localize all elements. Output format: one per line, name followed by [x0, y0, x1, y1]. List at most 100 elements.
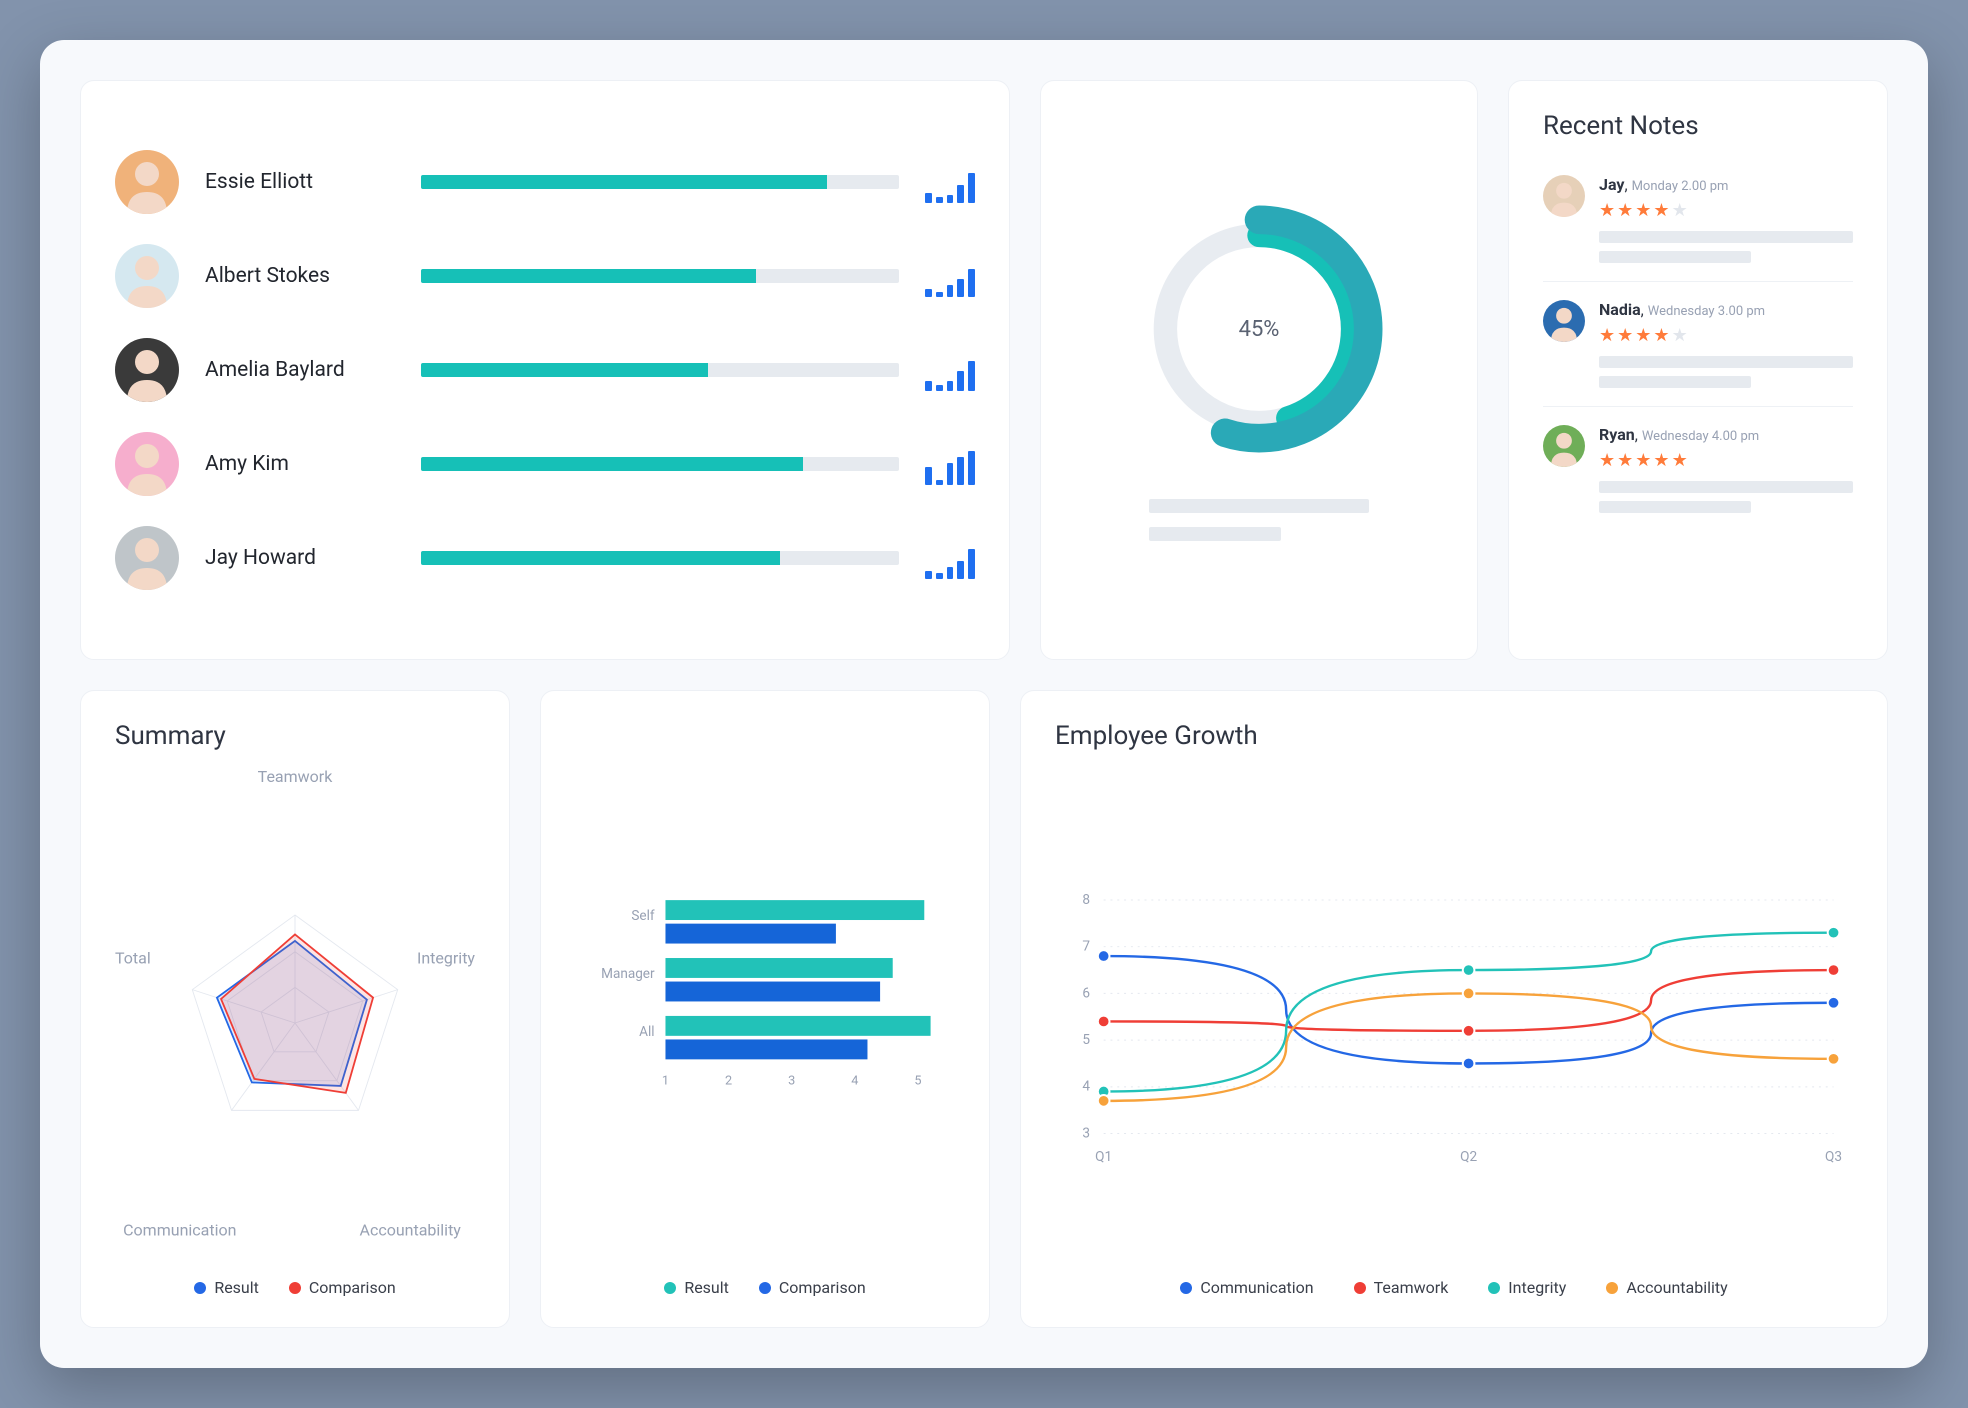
star-rating: ★★★★★ [1599, 450, 1853, 471]
line-chart: 345678Q1Q2Q3 [1055, 783, 1853, 1270]
star-icon: ★ [1599, 450, 1615, 471]
star-icon: ★ [1617, 325, 1633, 346]
radar-axis-label: Integrity [417, 949, 475, 968]
star-icon: ★ [1599, 200, 1615, 221]
growth-legend: Communication Teamwork Integrity Account… [1055, 1278, 1853, 1297]
horizontal-bar-chart: Self Manager All 1 2 3 4 5 [575, 751, 955, 1270]
progress-bar [421, 175, 899, 189]
svg-text:1: 1 [662, 1074, 669, 1089]
svg-text:6: 6 [1082, 985, 1090, 1001]
star-icon: ★ [1635, 325, 1651, 346]
bar-chart-icon[interactable] [925, 443, 975, 485]
bar-chart-icon[interactable] [925, 537, 975, 579]
legend-label: Accountability [1626, 1278, 1727, 1297]
progress-bar [421, 269, 899, 283]
note-item[interactable]: Jay, Monday 2.00 pm ★★★★★ [1543, 157, 1853, 282]
svg-text:5: 5 [914, 1074, 921, 1089]
bar-chart-icon[interactable] [925, 349, 975, 391]
summary-legend: Result Comparison [115, 1278, 475, 1297]
legend-label: Teamwork [1374, 1278, 1449, 1297]
person-row[interactable]: Essie Elliott [115, 150, 975, 214]
dot-icon [1488, 1282, 1500, 1294]
svg-text:Q1: Q1 [1095, 1149, 1112, 1165]
svg-text:5: 5 [1082, 1032, 1090, 1048]
legend-label: Result [684, 1278, 729, 1297]
bar-chart-icon[interactable] [925, 255, 975, 297]
dot-icon [289, 1282, 301, 1294]
top-row: Essie Elliott Albert Stokes Amelia Bayla… [80, 80, 1888, 660]
note-placeholder [1599, 356, 1853, 388]
avatar [115, 432, 179, 496]
progress-bar [421, 551, 899, 565]
person-row[interactable]: Amelia Baylard [115, 338, 975, 402]
recent-notes-title: Recent Notes [1543, 111, 1853, 141]
svg-text:Q2: Q2 [1460, 1149, 1477, 1165]
placeholder-line [1149, 499, 1369, 513]
radar-axis-label: Communication [123, 1220, 236, 1239]
star-icon: ★ [1672, 450, 1688, 471]
star-icon: ★ [1617, 200, 1633, 221]
star-icon: ★ [1635, 200, 1651, 221]
note-placeholder [1599, 481, 1853, 513]
dot-icon [759, 1282, 771, 1294]
avatar [1543, 175, 1585, 217]
star-rating: ★★★★★ [1599, 325, 1853, 346]
dot-icon [1606, 1282, 1618, 1294]
legend-item-accountability: Accountability [1606, 1278, 1727, 1297]
note-placeholder [1599, 231, 1853, 263]
person-row[interactable]: Amy Kim [115, 432, 975, 496]
person-row[interactable]: Jay Howard [115, 526, 975, 590]
legend-item-result: Result [664, 1278, 729, 1297]
note-header: Ryan, Wednesday 4.00 pm [1599, 425, 1853, 444]
summary-title: Summary [115, 721, 475, 751]
svg-text:3: 3 [1082, 1125, 1090, 1141]
legend-item-comparison: Comparison [289, 1278, 396, 1297]
legend-label: Comparison [779, 1278, 866, 1297]
recent-notes-card: Recent Notes Jay, Monday 2.00 pm ★★★★★ N… [1508, 80, 1888, 660]
dot-icon [1180, 1282, 1192, 1294]
radar-axis-label: Total [115, 949, 151, 968]
person-name: Amelia Baylard [205, 358, 395, 382]
person-name: Essie Elliott [205, 170, 395, 194]
employee-growth-title: Employee Growth [1055, 721, 1853, 751]
dot-icon [194, 1282, 206, 1294]
star-icon: ★ [1672, 200, 1688, 221]
note-item[interactable]: Nadia, Wednesday 3.00 pm ★★★★★ [1543, 282, 1853, 407]
donut-percent-label: 45% [1129, 199, 1389, 459]
radar-chart: Teamwork Integrity Accountability Communica… [115, 767, 475, 1270]
star-rating: ★★★★★ [1599, 200, 1853, 221]
radar-axis-label: Accountability [360, 1220, 461, 1239]
bar-chart-icon[interactable] [925, 161, 975, 203]
svg-text:All: All [639, 1024, 654, 1040]
legend-label: Comparison [309, 1278, 396, 1297]
note-header: Jay, Monday 2.00 pm [1599, 175, 1853, 194]
progress-bar [421, 457, 899, 471]
employee-growth-card: Employee Growth 345678Q1Q2Q3 Communicati… [1020, 690, 1888, 1328]
avatar [1543, 300, 1585, 342]
placeholder-line [1149, 527, 1281, 541]
svg-text:4: 4 [1082, 1079, 1090, 1095]
star-icon: ★ [1653, 450, 1669, 471]
svg-text:2: 2 [725, 1074, 732, 1089]
avatar [115, 150, 179, 214]
svg-text:Manager: Manager [601, 966, 655, 982]
svg-text:4: 4 [851, 1074, 858, 1089]
radar-axis-label: Teamwork [258, 767, 333, 786]
svg-text:3: 3 [788, 1074, 795, 1089]
star-icon: ★ [1672, 325, 1688, 346]
bottom-row: Summary TeamworkIntegrityAccountabilityC… [80, 690, 1888, 1328]
svg-text:Self: Self [631, 908, 655, 924]
star-icon: ★ [1653, 200, 1669, 221]
star-icon: ★ [1653, 325, 1669, 346]
legend-item-communication: Communication [1180, 1278, 1313, 1297]
note-item[interactable]: Ryan, Wednesday 4.00 pm ★★★★★ [1543, 407, 1853, 531]
person-name: Albert Stokes [205, 264, 395, 288]
donut-chart: 45% [1129, 199, 1389, 459]
progress-bar [421, 363, 899, 377]
svg-text:Q3: Q3 [1825, 1149, 1842, 1165]
bar-chart-card: Self Manager All 1 2 3 4 5 Result Comparison [540, 690, 990, 1328]
legend-item-teamwork: Teamwork [1354, 1278, 1449, 1297]
legend-label: Integrity [1508, 1278, 1566, 1297]
avatar [115, 338, 179, 402]
person-row[interactable]: Albert Stokes [115, 244, 975, 308]
